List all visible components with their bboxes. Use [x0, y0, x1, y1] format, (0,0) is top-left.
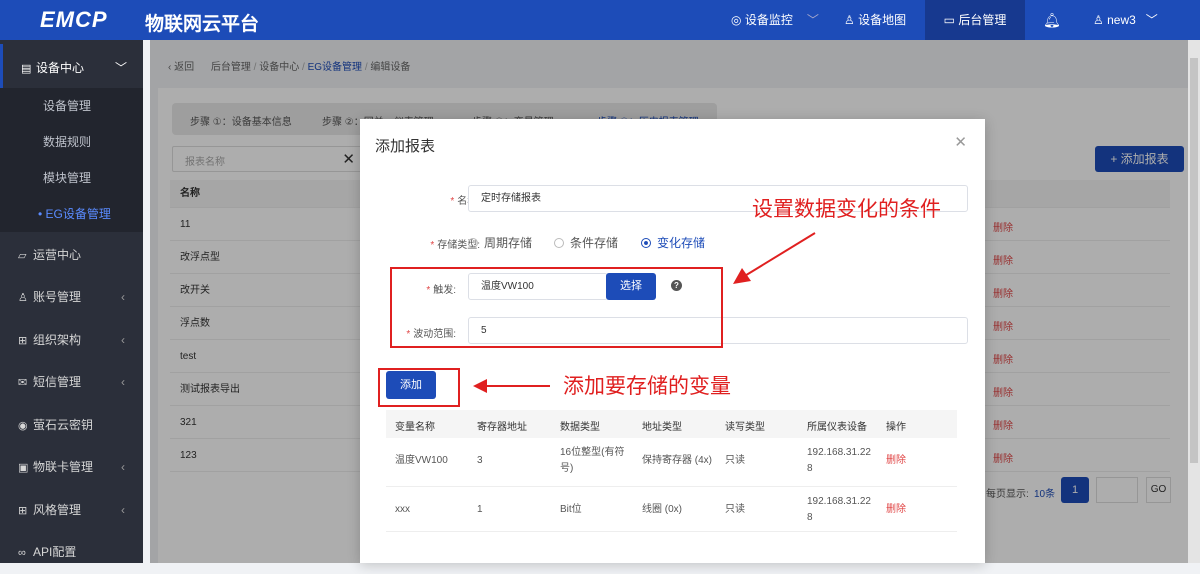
arrow-annotation: [473, 232, 816, 393]
